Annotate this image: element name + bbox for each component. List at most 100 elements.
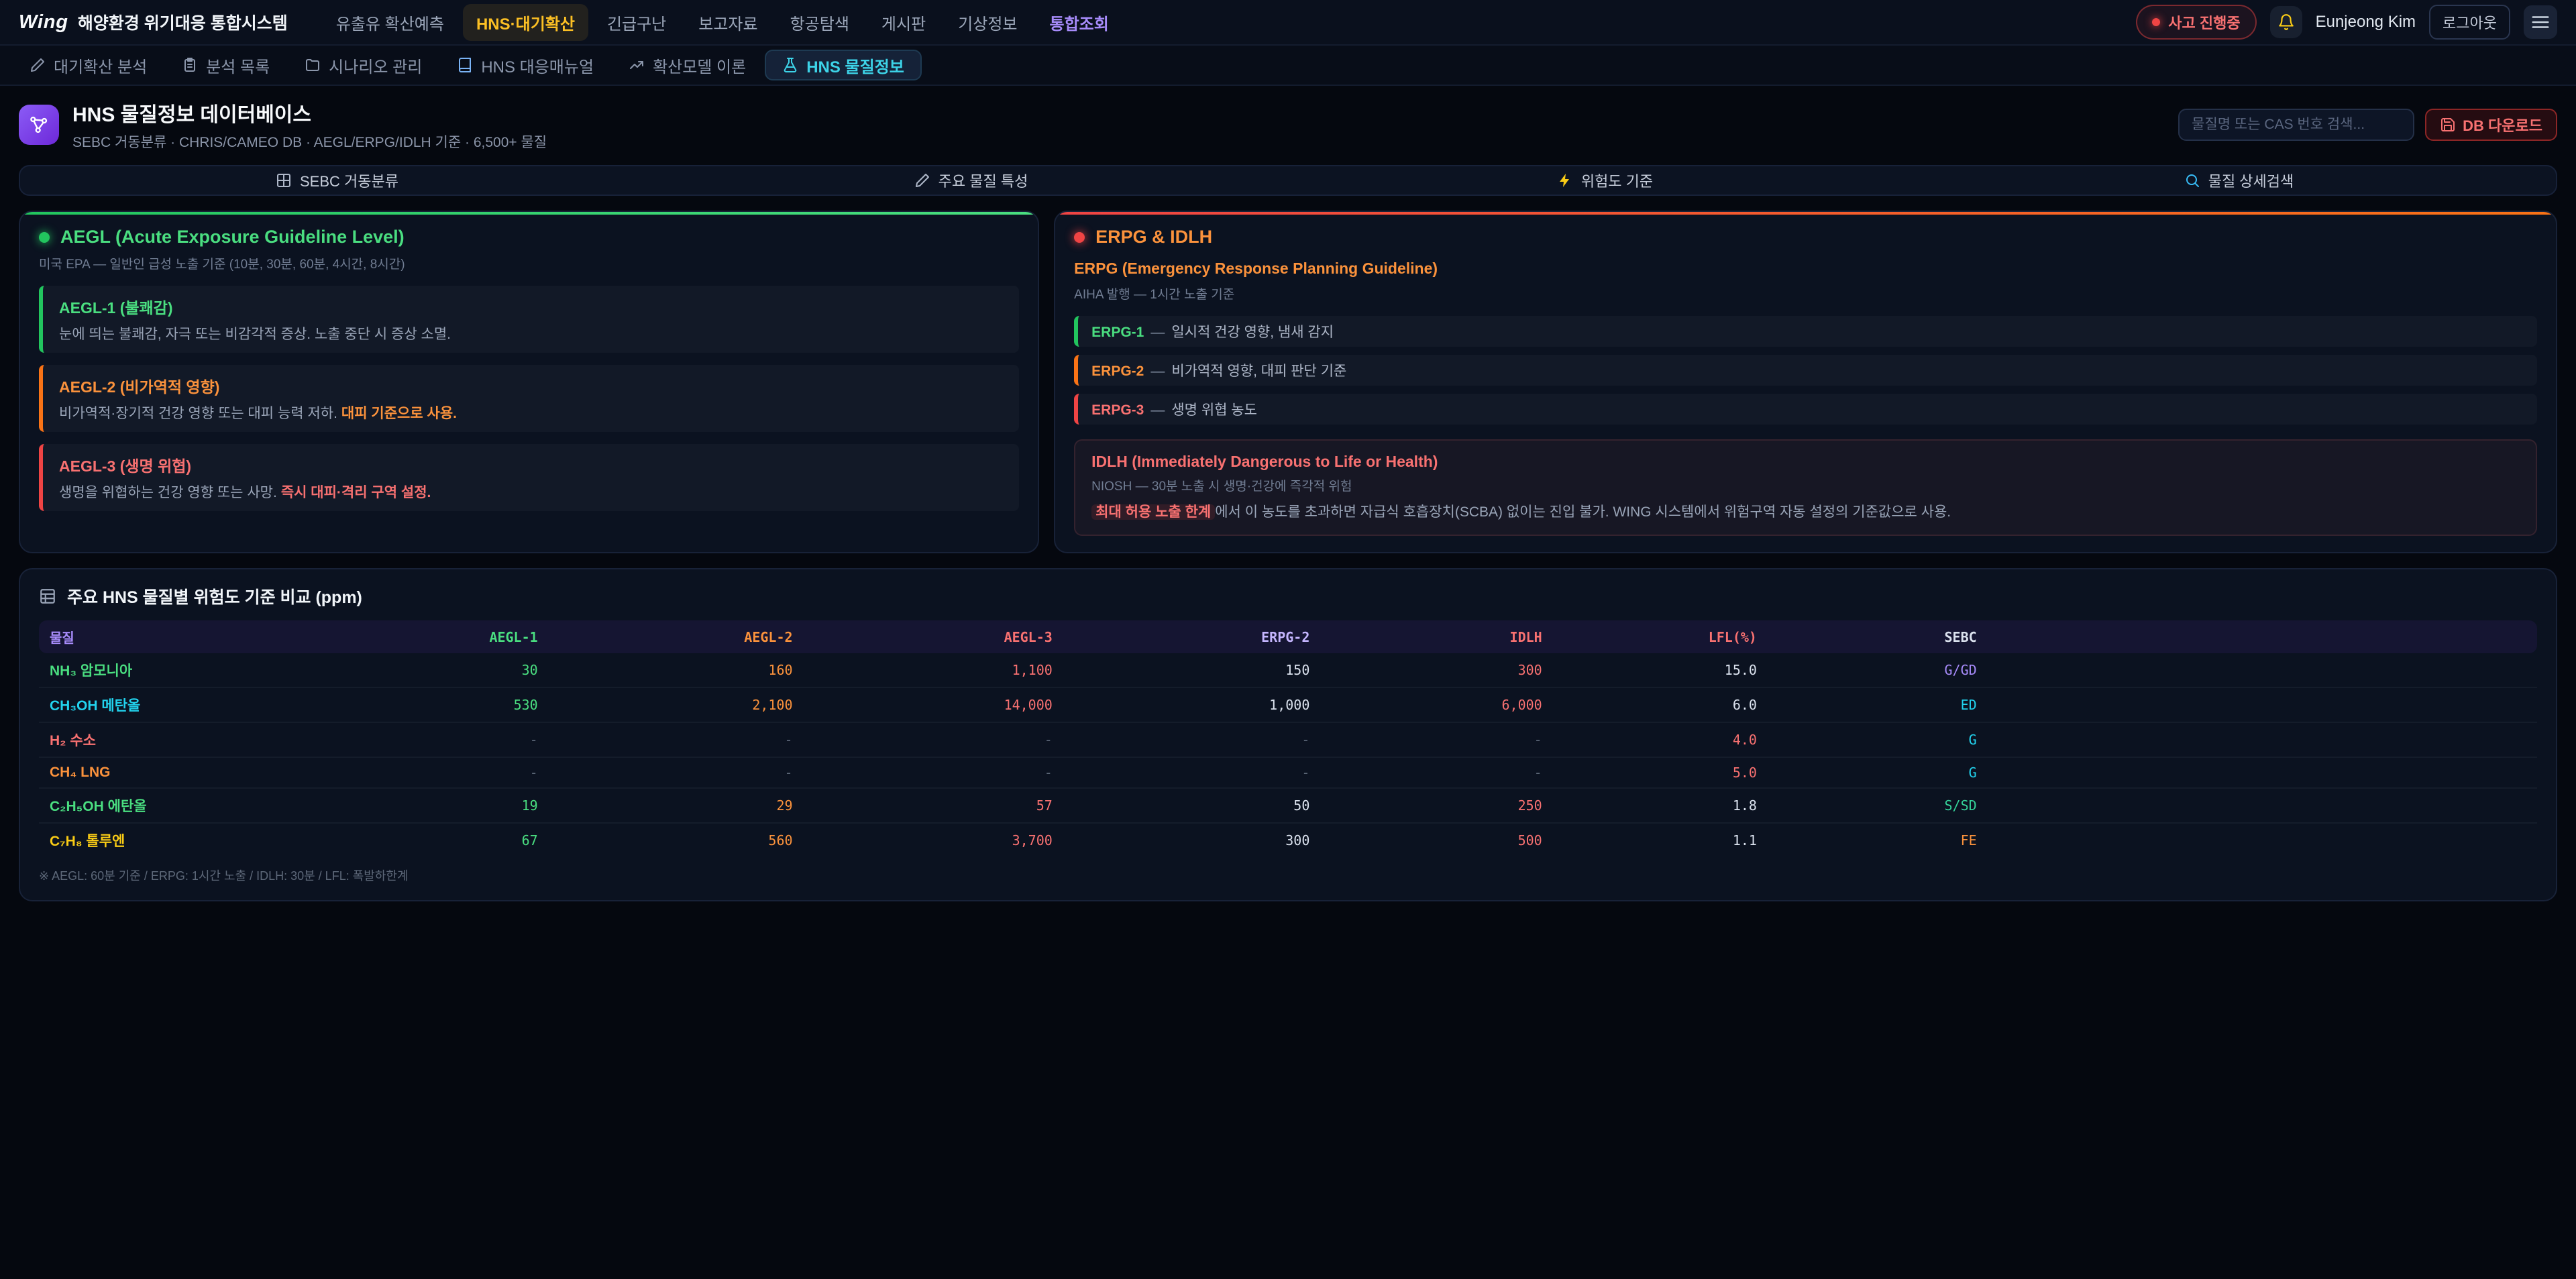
idlh-title: IDLH (Immediately Dangerous to Life or H… xyxy=(1091,453,2520,471)
incident-label: 사고 진행중 xyxy=(2168,11,2240,33)
top-navbar: Wing 해양환경 위기대응 통합시스템 유출유 확산예측 HNS·대기확산 긴… xyxy=(0,0,2576,46)
table-row-lng: CH₄ LNG - - - - - 5.0 G xyxy=(39,757,2537,787)
section-tab-risk-criteria[interactable]: 위험도 기준 xyxy=(1288,166,1922,194)
db-download-label: DB 다운로드 xyxy=(2463,114,2542,135)
page-header: HNS 물질정보 데이터베이스 SEBC 거동분류 · CHRIS/CAMEO … xyxy=(0,86,2576,162)
menu-item-oil-spill[interactable]: 유출유 확산예측 xyxy=(323,4,458,41)
section-tab-detail-search[interactable]: 물질 상세검색 xyxy=(1922,166,2556,194)
save-icon xyxy=(2440,117,2456,133)
subtab-label: 분석 목록 xyxy=(206,54,270,77)
subtab-label: 시나리오 관리 xyxy=(329,54,422,77)
topbar-right: 사고 진행중 Eunjeong Kim 로그아웃 xyxy=(2136,5,2557,40)
main-content: AEGL (Acute Exposure Guideline Level) 미국… xyxy=(0,211,2576,901)
subtab-model-theory[interactable]: 확산모델 이론 xyxy=(612,46,762,85)
menu-item-integrated-search[interactable]: 통합조회 xyxy=(1036,4,1122,41)
pencil-icon xyxy=(30,57,46,73)
erpg-heading: ERPG (Emergency Response Planning Guidel… xyxy=(1074,260,2537,278)
page-titles: HNS 물질정보 데이터베이스 SEBC 거동분류 · CHRIS/CAMEO … xyxy=(72,98,547,152)
book-icon xyxy=(457,57,473,73)
col-header-substance: 물질 xyxy=(39,620,339,653)
aegl-1-item: AEGL-1 (불쾌감) 눈에 띄는 불쾌감, 자극 또는 비감각적 증상. 노… xyxy=(39,286,1019,353)
table-row-methanol: CH₃OH 메탄올 530 2,100 14,000 1,000 6,000 6… xyxy=(39,687,2537,722)
app-viewport: Wing 해양환경 위기대응 통합시스템 유출유 확산예측 HNS·대기확산 긴… xyxy=(0,0,2576,1279)
page-title: HNS 물질정보 데이터베이스 xyxy=(72,98,547,127)
aegl-1-name: AEGL-1 (불쾌감) xyxy=(59,295,1003,318)
aegl-3-desc: 생명을 위협하는 건강 영향 또는 사망.즉시 대피·격리 구역 설정. xyxy=(59,482,1003,502)
molecule-icon xyxy=(28,114,50,135)
aegl-3-name: AEGL-3 (생명 위협) xyxy=(59,453,1003,476)
menu-item-hns-dispersion[interactable]: HNS·대기확산 xyxy=(463,4,588,41)
menu-toggle-button[interactable] xyxy=(2524,5,2557,39)
section-tab-sebc[interactable]: SEBC 거동분류 xyxy=(20,166,654,194)
incident-status-badge[interactable]: 사고 진행중 xyxy=(2136,5,2256,40)
col-header-aegl2: AEGL-2 xyxy=(549,620,804,653)
wing-logo: Wing xyxy=(19,11,68,34)
logout-button[interactable]: 로그아웃 xyxy=(2429,5,2510,40)
table-row-toluene: C₇H₈ 톨루엔 67 560 3,700 300 500 1.1 FE xyxy=(39,822,2537,857)
menu-item-weather[interactable]: 기상정보 xyxy=(945,4,1030,41)
db-download-button[interactable]: DB 다운로드 xyxy=(2425,109,2557,141)
erpg-idlh-card: ERPG & IDLH ERPG (Emergency Response Pla… xyxy=(1054,211,2557,553)
bell-icon xyxy=(2277,13,2295,31)
substance-search-input[interactable] xyxy=(2178,109,2414,141)
subtab-hns-manual[interactable]: HNS 대응매뉴얼 xyxy=(441,46,610,85)
col-header-idlh: IDLH xyxy=(1320,620,1552,653)
aegl-2-name: AEGL-2 (비가역적 영향) xyxy=(59,374,1003,397)
subtab-scenario-management[interactable]: 시나리오 관리 xyxy=(288,46,438,85)
aegl-card-subtitle: 미국 EPA — 일반인 급성 노출 기준 (10분, 30분, 60분, 4시… xyxy=(39,254,1019,272)
section-tab-label: 주요 물질 특성 xyxy=(938,170,1028,191)
header-actions: DB 다운로드 xyxy=(2178,109,2557,141)
incident-dot-icon xyxy=(2152,18,2160,26)
col-header-aegl1: AEGL-1 xyxy=(339,620,549,653)
comparison-table-card: 주요 HNS 물질별 위험도 기준 비교 (ppm) 물질 AEGL-1 AEG… xyxy=(19,568,2557,901)
section-tab-label: 위험도 기준 xyxy=(1581,170,1653,191)
idlh-subtitle: NIOSH — 30분 노출 시 생명·건강에 즉각적 위험 xyxy=(1091,476,2520,494)
idlh-box: IDLH (Immediately Dangerous to Life or H… xyxy=(1074,439,2537,536)
search-icon xyxy=(2184,172,2200,188)
page-subtitle: SEBC 거동분류 · CHRIS/CAMEO DB · AEGL/ERPG/I… xyxy=(72,131,547,152)
subtab-hns-substance-info[interactable]: HNS 물질정보 xyxy=(765,50,922,80)
section-tab-label: SEBC 거동분류 xyxy=(300,170,398,191)
erpg-1-row: ERPG-1—일시적 건강 영향, 냄새 감지 xyxy=(1074,316,2537,347)
menu-item-reports[interactable]: 보고자료 xyxy=(685,4,771,41)
menu-item-board[interactable]: 게시판 xyxy=(868,4,939,41)
folder-icon xyxy=(305,57,321,73)
col-header-filler xyxy=(1988,620,2537,653)
menu-item-rescue[interactable]: 긴급구난 xyxy=(594,4,680,41)
user-name: Eunjeong Kim xyxy=(2316,13,2416,32)
col-header-lfl: LFL(%) xyxy=(1553,620,1768,653)
subnav-tabs: 대기확산 분석 분석 목록 시나리오 관리 HNS 대응매뉴얼 확산모델 이론 … xyxy=(0,46,2576,86)
col-header-aegl3: AEGL-3 xyxy=(804,620,1063,653)
erpg-card-title: ERPG & IDLH xyxy=(1074,227,2537,247)
flask-icon xyxy=(782,57,798,73)
hamburger-menu-icon xyxy=(2530,12,2551,32)
subtab-label: HNS 대응매뉴얼 xyxy=(481,54,594,77)
erpg-subtitle: AIHA 발행 — 1시간 노출 기준 xyxy=(1074,284,2537,302)
aegl-card: AEGL (Acute Exposure Guideline Level) 미국… xyxy=(19,211,1039,553)
table-row-ammonia: NH₃ 암모니아 30 160 1,100 150 300 15.0 G/GD xyxy=(39,653,2537,687)
section-tab-label: 물질 상세검색 xyxy=(2208,170,2294,191)
clipboard-icon xyxy=(182,57,198,73)
brand: Wing 해양환경 위기대응 통합시스템 xyxy=(19,10,288,34)
aegl-2-desc: 비가역적·장기적 건강 영향 또는 대피 능력 저하.대피 기준으로 사용. xyxy=(59,402,1003,423)
subtab-label: 대기확산 분석 xyxy=(54,54,147,77)
grid-icon xyxy=(276,172,292,188)
erpg-3-row: ERPG-3—생명 위협 농도 xyxy=(1074,394,2537,425)
table-row-ethanol: C₂H₅OH 에탄올 19 29 57 50 250 1.8 S/SD xyxy=(39,787,2537,822)
pencil-icon xyxy=(914,172,930,188)
table-icon xyxy=(39,588,56,605)
subtab-label: 확산모델 이론 xyxy=(653,54,746,77)
table-header-row: 물질 AEGL-1 AEGL-2 AEGL-3 ERPG-2 IDLH LFL(… xyxy=(39,620,2537,653)
menu-item-aerial-search[interactable]: 항공탐색 xyxy=(777,4,863,41)
trend-chart-icon xyxy=(629,57,645,73)
criteria-cards-row: AEGL (Acute Exposure Guideline Level) 미국… xyxy=(19,211,2557,553)
green-status-dot-icon xyxy=(39,232,50,243)
hns-comparison-table: 물질 AEGL-1 AEGL-2 AEGL-3 ERPG-2 IDLH LFL(… xyxy=(39,620,2537,857)
col-header-erpg2: ERPG-2 xyxy=(1063,620,1321,653)
subtab-dispersion-analysis[interactable]: 대기확산 분석 xyxy=(13,46,163,85)
section-tab-properties[interactable]: 주요 물질 특성 xyxy=(654,166,1288,194)
subtab-label: HNS 물질정보 xyxy=(806,54,904,77)
subtab-analysis-list[interactable]: 분석 목록 xyxy=(166,46,286,85)
notifications-button[interactable] xyxy=(2270,6,2302,38)
molecule-icon-badge xyxy=(19,105,59,145)
